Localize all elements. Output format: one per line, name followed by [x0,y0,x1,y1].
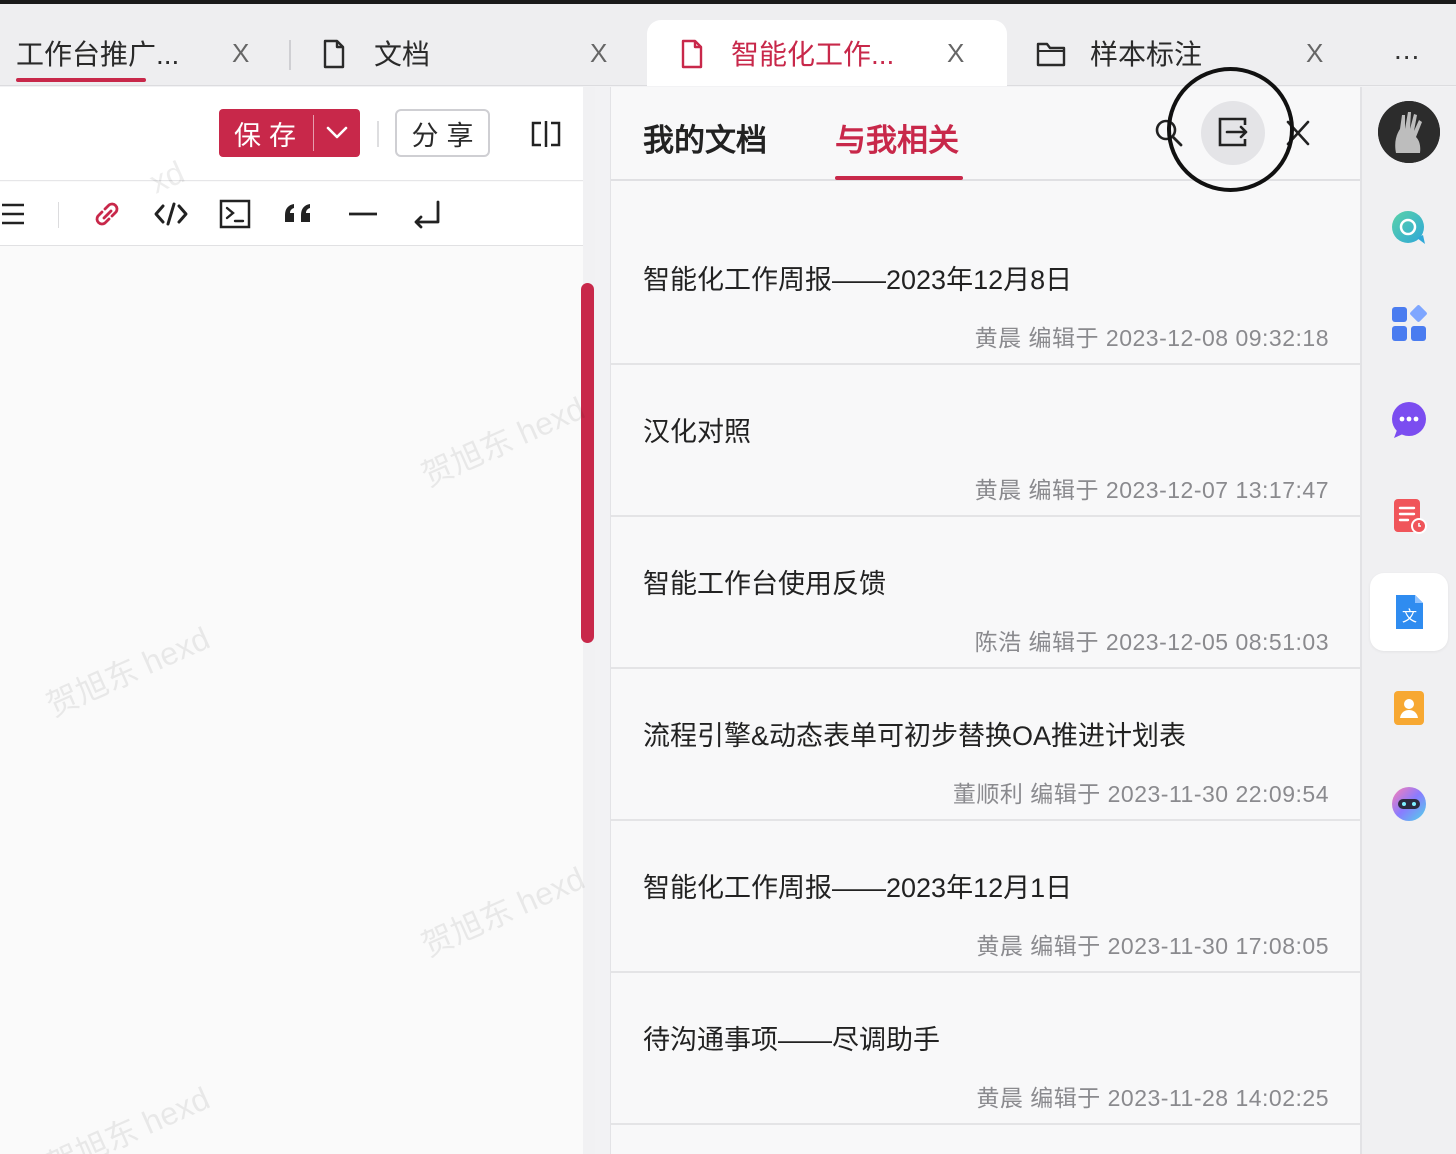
editor-scrollbar-thumb[interactable] [581,283,594,643]
document-icon [322,39,346,74]
more-tabs-icon[interactable]: ... [1394,34,1420,66]
tab-documents[interactable]: 文档 X [300,20,640,86]
format-toolbar [0,182,583,246]
tab-smart-work[interactable]: 智能化工作... X [647,20,1007,86]
document-list-item[interactable]: 智能工作台使用反馈 陈浩 编辑于 2023-12-05 08:51:03 [611,517,1361,669]
tab-divider [289,40,291,70]
document-meta: 董顺利 编辑于 2023-11-30 22:09:54 [952,781,1329,807]
code-block-icon[interactable] [218,194,252,239]
tab-sample-annotation[interactable]: 样本标注 X [1020,20,1360,86]
document-list-item[interactable]: 智能化工作周报——2023年12月8日 黄晨 编辑于 2023-12-08 09… [611,213,1361,365]
tab-close-icon[interactable]: X [947,40,964,66]
schedule-doc-icon[interactable] [1370,477,1448,555]
document-list-panel: 我的文档 与我相关 智能化工作周报——2023年12月8日 黄晨 编辑于 202… [610,87,1361,1154]
document-list-item[interactable]: 汉化对照 黄晨 编辑于 2023-12-07 13:17:47 [611,365,1361,517]
translate-doc-icon[interactable]: 文 [1370,573,1448,651]
tab-label: 样本标注 [1090,39,1203,70]
document-list-item[interactable]: 智能化工作周报——2023年12月1日 黄晨 编辑于 2023-11-30 17… [611,821,1361,973]
document-title: 汉化对照 [643,417,751,447]
tab-label: 智能化工作... [731,39,895,70]
folder-icon [1036,41,1066,72]
app-rail: 文 [1362,87,1456,1154]
document-list-item[interactable]: 流程引擎&动态表单可初步替换OA推进计划表 董顺利 编辑于 2023-11-30… [611,669,1361,821]
search-chat-icon[interactable] [1370,189,1448,267]
close-icon[interactable] [1285,119,1311,152]
tab-close-icon[interactable]: X [232,40,249,66]
tab-workbench-promo[interactable]: 工作台推广... X [0,20,280,86]
line-break-icon[interactable] [410,194,444,239]
search-icon[interactable] [1154,118,1184,153]
export-icon[interactable] [1217,116,1249,153]
apps-grid-icon[interactable] [1370,285,1448,363]
document-title: 智能工作台使用反馈 [643,569,886,599]
document-title: 智能化工作周报——2023年12月8日 [643,265,1073,295]
save-dropdown-chevron-icon[interactable] [314,109,360,157]
tab-related-to-me[interactable]: 与我相关 [835,115,959,160]
watermark: 贺旭东 hexd [41,1079,215,1154]
tab-close-icon[interactable]: X [590,40,607,66]
document-list-item[interactable]: 待沟通事项——尽调助手 黄晨 编辑于 2023-11-28 14:02:25 [611,973,1361,1125]
document-title: 智能化工作周报——2023年12月1日 [643,873,1073,903]
toolbar-divider [377,121,379,147]
panel-tab-underline [835,176,963,180]
message-bubble-icon[interactable] [1370,381,1448,459]
ai-bot-icon[interactable] [1370,765,1448,843]
watermark: 贺旭东 hexd [41,619,215,724]
list-icon[interactable] [0,194,26,239]
format-divider [58,202,59,228]
split-view-icon[interactable] [530,120,562,153]
svg-text:文: 文 [1402,607,1417,625]
panel-header: 我的文档 与我相关 [611,87,1361,181]
document-meta: 陈浩 编辑于 2023-12-05 08:51:03 [974,629,1329,655]
editor-pane: 保存 分享 xd 贺旭东 hexd 贺旭东 hexd 贺旭东 hexd 贺旭东 … [0,87,595,1154]
tab-bar: 工作台推广... X 文档 X 智能化工作... X 样本标注 X ... [0,4,1456,86]
tab-label: 工作台推广... [16,39,180,70]
save-button[interactable]: 保存 [219,109,360,157]
document-meta: 黄晨 编辑于 2023-11-28 14:02:25 [976,1085,1329,1111]
document-meta: 黄晨 编辑于 2023-11-30 17:08:05 [976,933,1329,959]
editor-top-toolbar: 保存 分享 [0,87,583,181]
tab-close-icon[interactable]: X [1306,40,1323,66]
tab-my-documents[interactable]: 我的文档 [643,115,767,160]
horizontal-rule-icon[interactable] [346,194,380,239]
document-meta: 黄晨 编辑于 2023-12-08 09:32:18 [974,325,1329,351]
document-meta: 黄晨 编辑于 2023-12-07 13:17:47 [974,477,1329,503]
save-button-label: 保存 [234,120,304,151]
link-icon[interactable] [90,194,124,239]
watermark: 贺旭东 hexd [416,389,590,494]
avatar[interactable] [1378,101,1440,163]
tab-label: 文档 [374,39,431,70]
quote-icon[interactable] [282,194,316,239]
share-button[interactable]: 分享 [395,109,490,157]
tab-active-underline [16,78,146,82]
document-title: 待沟通事项——尽调助手 [643,1025,940,1055]
document-title: 流程引擎&动态表单可初步替换OA推进计划表 [643,721,1187,751]
document-icon [680,39,704,74]
watermark: 贺旭东 hexd [416,859,590,964]
contacts-icon[interactable] [1370,669,1448,747]
